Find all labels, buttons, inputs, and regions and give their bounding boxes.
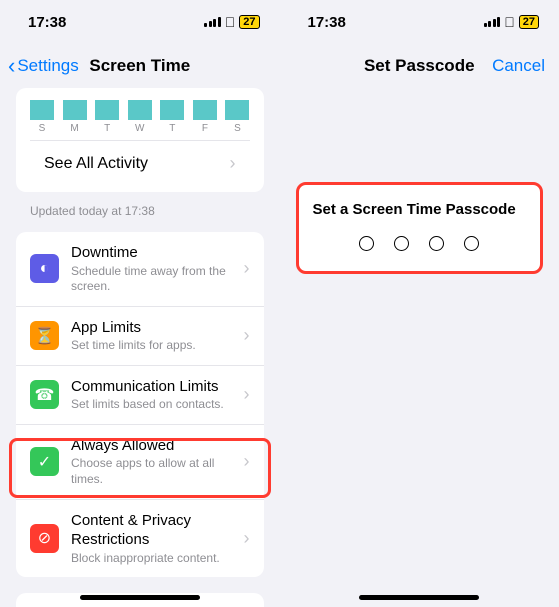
chevron-right-icon: ›	[244, 451, 250, 472]
home-indicator[interactable]	[80, 595, 200, 600]
passcode-dot	[429, 236, 444, 251]
page-title: Screen Time	[89, 56, 190, 76]
home-indicator[interactable]	[359, 595, 479, 600]
row-text: Always AllowedChoose apps to allow at al…	[71, 436, 236, 488]
screen-time-settings: 17:38 􀙇 27 ‹ Settings Screen Time S M T …	[0, 0, 280, 607]
day-label: S	[30, 123, 54, 134]
passcode-dots	[313, 236, 527, 251]
settings-row-content-privacy-restrictions[interactable]: ⊘ Content & Privacy RestrictionsBlock ina…	[16, 500, 264, 578]
day-label: W	[128, 123, 152, 134]
day-label: F	[193, 123, 217, 134]
see-all-activity[interactable]: See All Activity ›	[30, 140, 250, 186]
settings-row-always-allowed[interactable]: ✓ Always AllowedChoose apps to allow at a…	[16, 425, 264, 500]
passcode-prompt: Set a Screen Time Passcode	[313, 201, 527, 218]
status-time: 17:38	[308, 14, 346, 31]
row-text: App LimitsSet time limits for apps.	[71, 318, 236, 354]
row-title: Communication Limits	[71, 377, 236, 397]
bar-fri	[193, 100, 217, 120]
status-indicators: 􀙇 27	[484, 14, 539, 30]
bar-tue	[95, 100, 119, 120]
status-indicators: 􀙇 27	[204, 14, 259, 30]
day-labels: S M T W T F S	[30, 123, 250, 134]
row-title: Downtime	[71, 243, 236, 263]
cancel-button[interactable]: Cancel	[492, 56, 545, 76]
activity-bars	[30, 96, 250, 120]
row-subtitle: Set limits based on contacts.	[71, 397, 236, 413]
settings-row-communication-limits[interactable]: ☎ Communication LimitsSet limits based on…	[16, 366, 264, 425]
chevron-right-icon: ›	[230, 153, 236, 174]
status-time: 17:38	[28, 14, 66, 31]
day-label: T	[160, 123, 184, 134]
chevron-right-icon: ›	[244, 528, 250, 549]
status-bar: 17:38 􀙇 27	[0, 0, 280, 44]
updated-text: Updated today at 17:38	[0, 198, 280, 232]
page-title: Set Passcode	[364, 56, 475, 76]
chevron-left-icon: ‹	[8, 53, 15, 79]
chevron-right-icon: ›	[244, 384, 250, 405]
wifi-icon: 􀙇	[225, 14, 236, 30]
status-bar: 17:38 􀙇 27	[280, 0, 559, 44]
row-title: Always Allowed	[71, 436, 236, 456]
cellular-icon	[484, 17, 501, 27]
passcode-dot	[464, 236, 479, 251]
see-all-label: See All Activity	[44, 155, 222, 173]
row-subtitle: Block inappropriate content.	[71, 551, 236, 567]
passcode-dot	[394, 236, 409, 251]
bar-wed	[128, 100, 152, 120]
set-passcode-screen: 17:38 􀙇 27 Set Passcode Cancel Set a Scr…	[280, 0, 559, 607]
row-subtitle: Set time limits for apps.	[71, 338, 236, 354]
row-title: App Limits	[71, 318, 236, 338]
wifi-icon: 􀙇	[504, 14, 515, 30]
row-icon: ☎	[30, 380, 59, 409]
row-title: Content & Privacy Restrictions	[71, 511, 236, 550]
row-text: Content & Privacy RestrictionsBlock inap…	[71, 511, 236, 567]
bar-sat	[225, 100, 249, 120]
settings-row-downtime[interactable]: ◐ DowntimeSchedule time away from the scr…	[16, 232, 264, 307]
back-label: Settings	[17, 56, 78, 76]
bar-mon	[63, 100, 87, 120]
row-icon: ✓	[30, 447, 59, 476]
battery-indicator: 27	[519, 15, 539, 29]
chevron-right-icon: ›	[244, 325, 250, 346]
nav-bar: Set Passcode Cancel	[280, 44, 559, 88]
passcode-dot	[359, 236, 374, 251]
row-icon: ⏳	[30, 321, 59, 350]
bar-sun	[30, 100, 54, 120]
row-icon: ⊘	[30, 524, 59, 553]
row-icon: ◐	[30, 254, 59, 283]
day-label: M	[63, 123, 87, 134]
row-text: Communication LimitsSet limits based on …	[71, 377, 236, 413]
settings-row-app-limits[interactable]: ⏳ App LimitsSet time limits for apps. ›	[16, 307, 264, 366]
battery-indicator: 27	[239, 15, 259, 29]
bar-thu	[160, 100, 184, 120]
day-label: T	[95, 123, 119, 134]
row-subtitle: Choose apps to allow at all times.	[71, 456, 236, 487]
activity-card[interactable]: S M T W T F S See All Activity ›	[16, 88, 264, 192]
day-label: S	[225, 123, 249, 134]
row-text: DowntimeSchedule time away from the scre…	[71, 243, 236, 295]
row-subtitle: Schedule time away from the screen.	[71, 264, 236, 295]
limits-group: ◐ DowntimeSchedule time away from the scr…	[16, 232, 264, 577]
chevron-right-icon: ›	[244, 258, 250, 279]
nav-bar: ‹ Settings Screen Time	[0, 44, 280, 88]
cellular-icon	[204, 17, 221, 27]
passcode-panel: Set a Screen Time Passcode	[296, 182, 544, 274]
back-button[interactable]: ‹ Settings	[8, 53, 79, 79]
